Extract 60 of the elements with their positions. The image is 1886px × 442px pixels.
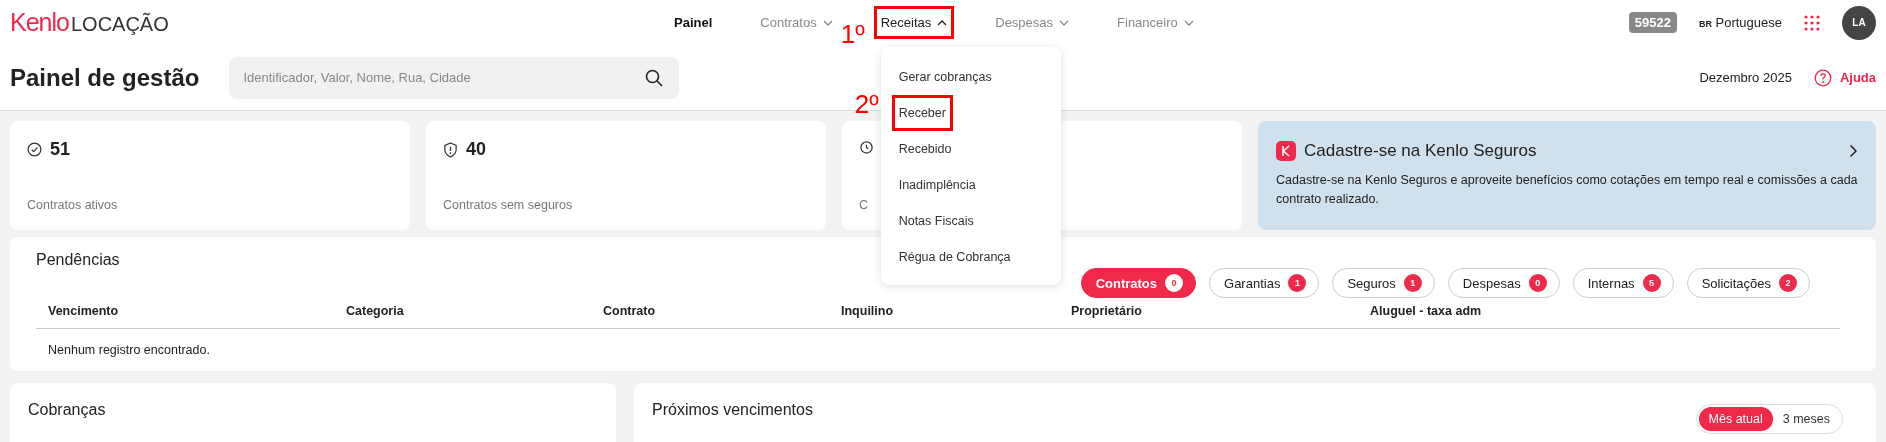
page-title: Painel de gestão	[10, 62, 200, 93]
menu-item[interactable]: Recebido	[894, 134, 956, 164]
stat-label: Contratos sem seguros	[443, 197, 574, 212]
column-header: Proprietário	[1071, 304, 1143, 318]
shield-icon	[443, 141, 458, 158]
section-title: Pendências	[36, 251, 120, 269]
nav-link[interactable]: Financeiro	[1113, 9, 1198, 36]
stat-value: 40	[466, 139, 487, 160]
section-title: Próximos vencimentos	[652, 401, 813, 419]
chevron-right-icon[interactable]	[1849, 144, 1858, 158]
section-title: Cobranças	[28, 401, 107, 419]
stat-value: 51	[50, 139, 71, 160]
count-badge: 2	[1779, 274, 1797, 292]
column-header: Inquilino	[841, 304, 895, 318]
column-header: Vencimento	[48, 304, 120, 318]
nav-link[interactable]: Despesas	[991, 9, 1074, 36]
clock-icon	[859, 139, 874, 154]
count-badge: 5	[1642, 274, 1661, 292]
count-badge: 0	[1528, 274, 1547, 292]
annotation-label: 2º	[854, 91, 879, 117]
help-link[interactable]: Ajuda	[1813, 68, 1876, 87]
nav-link[interactable]: Painel	[670, 9, 717, 36]
promo-text: Cadastre-se na Kenlo Seguros e aproveite benefícios como cotações em tempo real e comissões a cada contrato realizado.	[1276, 172, 1858, 209]
menu-item[interactable]: Receber	[894, 98, 950, 128]
nav-link[interactable]: Contratos	[756, 9, 837, 36]
apps-grid-icon[interactable]	[1804, 14, 1820, 31]
chevron-icon	[1059, 19, 1070, 26]
k-logo-icon	[1276, 141, 1296, 161]
empty-message: Nenhum registro encontrado.	[47, 342, 211, 357]
search-icon[interactable]	[645, 68, 664, 87]
toggle-option[interactable]: Mês atual	[1698, 407, 1773, 431]
user-avatar[interactable]: LA	[1842, 5, 1876, 40]
column-header: Aluguel - taxa adm	[1370, 304, 1483, 318]
menu-item[interactable]: Notas Fiscais	[894, 206, 978, 236]
chevron-icon	[1183, 19, 1194, 26]
logo[interactable]: KenloLOCAÇÃO	[10, 8, 670, 37]
promo-card[interactable]: Cadastre-se na Kenlo Seguros Cadastre-se na Kenlo Seguros e aproveite benefícios como cotações em tempo real e comissões a cada contrato realizado.	[1258, 121, 1876, 230]
column-header: Contrato	[603, 304, 657, 318]
stat-label: C	[859, 197, 870, 212]
count-badge: 1	[1288, 274, 1307, 292]
menu-item[interactable]: Gerar cobranças	[894, 62, 996, 92]
count-badge: 1	[1403, 274, 1422, 292]
stat-label: Contratos ativos	[27, 197, 119, 212]
toggle-option[interactable]: 3 meses	[1772, 407, 1840, 431]
language-selector[interactable]: BR Portuguese	[1698, 15, 1782, 30]
count-badge: 59522	[1628, 12, 1677, 33]
count-badge: 0	[1165, 274, 1184, 292]
nav-link[interactable]: Receitas	[876, 9, 952, 36]
help-icon	[1813, 68, 1832, 87]
search-field[interactable]: Identificador, Valor, Nome, Rua, Cidade	[229, 56, 680, 99]
chevron-icon	[937, 19, 948, 26]
annotation-label: 1º	[840, 21, 865, 47]
check-circle-icon	[27, 142, 42, 157]
column-header: Categoria	[346, 304, 405, 318]
period-label: Dezembro 2025	[1699, 70, 1792, 85]
chevron-icon	[822, 19, 833, 26]
promo-title: Cadastre-se na Kenlo Seguros	[1304, 141, 1537, 161]
menu-item[interactable]: Inadimplência	[894, 170, 980, 200]
filter-chip[interactable]: Contratos 0	[1080, 268, 1197, 298]
menu-item[interactable]: Régua de Cobrança	[894, 242, 1015, 272]
